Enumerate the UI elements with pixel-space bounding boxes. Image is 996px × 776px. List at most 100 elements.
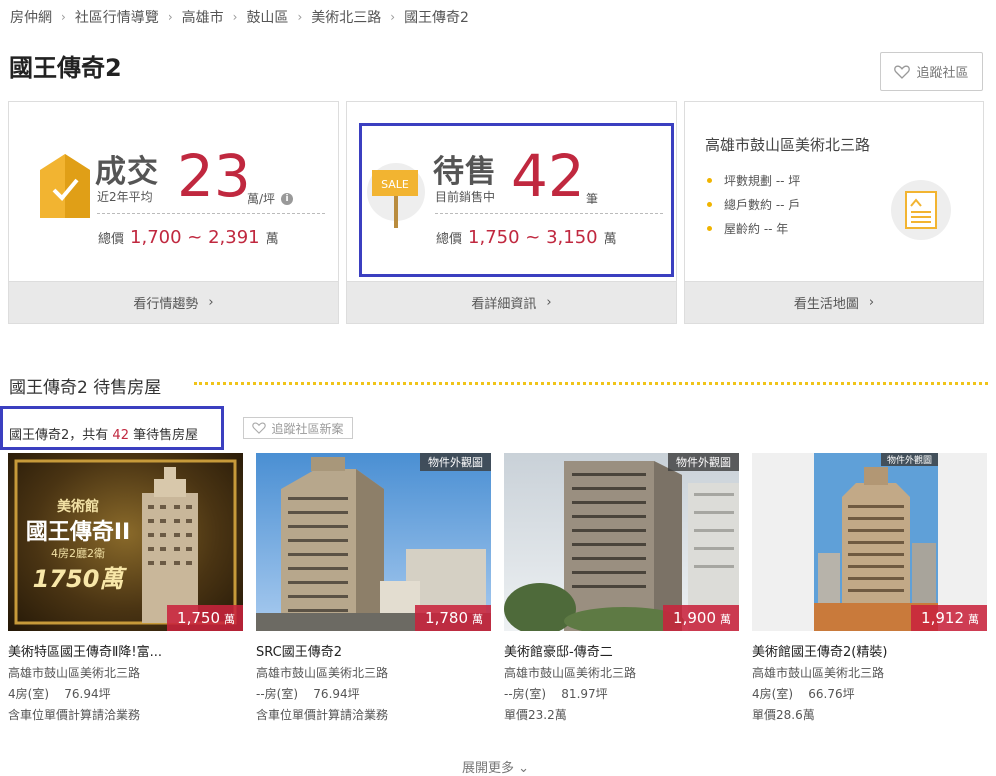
listing-title[interactable]: 美術館豪邸-傳奇二 xyxy=(504,641,739,660)
listing-photo[interactable]: 物件外觀圖 1,912 萬 xyxy=(752,453,987,631)
fact-floor-area: 坪數規劃 -- 坪 xyxy=(707,168,800,192)
breadcrumb-separator-icon: › xyxy=(297,10,303,24)
fact-households: 總戶數約 -- 戶 xyxy=(707,192,800,216)
life-map-link[interactable]: 看生活地圖 › xyxy=(685,281,983,323)
listing-price-value: 1,900 xyxy=(673,609,716,627)
show-more-label: 展開更多 xyxy=(462,761,515,776)
photo-caption-4: 1750萬 xyxy=(33,565,128,593)
sold-summary-card: 成交 近2年平均 23 萬/坪 i 總價 1,700 ~ 2,391 萬 看行情… xyxy=(8,101,339,324)
listing-area: 66.76坪 xyxy=(808,687,855,701)
listing-note: 單價23.2萬 xyxy=(504,708,567,722)
chevron-down-icon: ⌄ xyxy=(518,761,530,776)
breadcrumb-separator-icon: › xyxy=(390,10,396,24)
divider xyxy=(97,213,325,214)
follow-community-label: 追蹤社區 xyxy=(916,66,969,81)
breadcrumb-current: 國王傳奇2 xyxy=(404,10,469,26)
community-info-card: 高雄市鼓山區美術北三路 坪數規劃 -- 坪 總戶數約 -- 戶 屋齡約 -- 年… xyxy=(684,101,984,324)
heart-icon xyxy=(252,422,267,434)
follow-new-listings-button[interactable]: 追蹤社區新案 xyxy=(243,417,353,439)
breadcrumb-link-district[interactable]: 鼓山區 xyxy=(246,7,288,27)
community-address: 高雄市鼓山區美術北三路 xyxy=(705,136,871,154)
listing-specs: --房(室) 81.97坪 xyxy=(504,685,739,702)
listing-address: 高雄市鼓山區美術北三路 xyxy=(256,666,389,680)
highlight-box xyxy=(0,406,224,450)
photo-caption-2: 國王傳奇II xyxy=(26,519,130,545)
community-facts: 坪數規劃 -- 坪 總戶數約 -- 戶 屋齡約 -- 年 xyxy=(707,168,800,240)
listing-price: 1,900 萬 xyxy=(663,605,739,631)
listing-photo[interactable]: 物件外觀圖 1,900 萬 xyxy=(504,453,739,631)
listing-specs: 4房(室) 76.94坪 xyxy=(8,685,243,702)
sold-sublabel: 近2年平均 xyxy=(97,190,153,204)
chevron-right-icon: › xyxy=(546,295,552,310)
listing-card[interactable]: 物件外觀圖 1,780 萬 SRC國王傳奇2 高雄市鼓山區美術北三路 --房(室)… xyxy=(256,453,491,723)
listing-price-value: 1,780 xyxy=(425,609,468,627)
listing-photo-tag: 物件外觀圖 xyxy=(880,453,938,466)
sold-unit: 萬/坪 i xyxy=(247,190,294,207)
listing-address: 高雄市鼓山區美術北三路 xyxy=(8,666,141,680)
document-icon xyxy=(891,180,951,240)
listing-rooms: 4房(室) xyxy=(8,687,49,701)
house-check-icon xyxy=(40,154,90,218)
listing-photo[interactable]: 物件外觀圖 1,780 萬 xyxy=(256,453,491,631)
listing-area: 76.94坪 xyxy=(64,687,111,701)
heart-icon xyxy=(894,65,911,79)
section-divider xyxy=(194,382,988,385)
listing-price-unit: 萬 xyxy=(472,613,483,626)
listing-rooms: --房(室) xyxy=(256,687,299,701)
breadcrumb-separator-icon: › xyxy=(167,10,173,24)
listing-price: 1,750 萬 xyxy=(167,605,243,631)
listing-price-unit: 萬 xyxy=(720,613,731,626)
breadcrumb-link-city[interactable]: 高雄市 xyxy=(182,7,224,27)
chevron-right-icon: › xyxy=(208,295,214,310)
listing-area: 81.97坪 xyxy=(561,687,608,701)
photo-caption-1: 美術館 xyxy=(57,498,99,515)
breadcrumb-separator-icon: › xyxy=(232,10,238,24)
sold-range-prefix: 總價 xyxy=(98,232,125,247)
details-label: 看詳細資訊 xyxy=(471,297,537,312)
listing-title[interactable]: 美術特區國王傳奇Ⅱ降!富... xyxy=(8,641,243,660)
listing-note: 單價28.6萬 xyxy=(752,708,815,722)
listing-photo[interactable]: 美術館 國王傳奇II 4房2廳2衛 1750萬 1,750 萬 xyxy=(8,453,243,631)
price-trend-label: 看行情趨勢 xyxy=(133,297,199,312)
listing-card[interactable]: 物件外觀圖 1,912 萬 美術館國王傳奇2(精裝) 高雄市鼓山區美術北三路 4房… xyxy=(752,453,987,723)
listing-price-value: 1,750 xyxy=(177,609,220,627)
listing-area: 76.94坪 xyxy=(313,687,360,701)
listing-title[interactable]: SRC國王傳奇2 xyxy=(256,641,491,660)
breadcrumb-link-road[interactable]: 美術北三路 xyxy=(311,7,381,27)
breadcrumb-link-community-guide[interactable]: 社區行情導覽 xyxy=(75,7,159,27)
details-link[interactable]: 看詳細資訊 › xyxy=(347,281,676,323)
breadcrumb-link-home[interactable]: 房仲網 xyxy=(10,7,52,27)
listing-photo-tag: 物件外觀圖 xyxy=(668,453,739,471)
listing-specs: 4房(室) 66.76坪 xyxy=(752,685,987,702)
life-map-label: 看生活地圖 xyxy=(793,297,859,312)
sold-price-range: 總價 1,700 ~ 2,391 萬 xyxy=(98,227,279,248)
sold-range-unit: 萬 xyxy=(265,232,279,247)
listing-price: 1,912 萬 xyxy=(911,605,987,631)
listing-price-unit: 萬 xyxy=(224,613,235,626)
listing-title[interactable]: 美術館國王傳奇2(精裝) xyxy=(752,641,987,660)
listing-photo-tag: 物件外觀圖 xyxy=(420,453,491,471)
breadcrumb-separator-icon: › xyxy=(61,10,66,24)
info-icon[interactable]: i xyxy=(281,192,294,205)
page-title: 國王傳奇2 xyxy=(9,54,122,82)
listing-note: 含車位單價計算請洽業務 xyxy=(256,708,389,722)
listing-card[interactable]: 物件外觀圖 1,900 萬 美術館豪邸-傳奇二 高雄市鼓山區美術北三路 --房(室… xyxy=(504,453,739,723)
sold-unit-text: 萬/坪 xyxy=(247,192,276,206)
listing-specs: --房(室) 76.94坪 xyxy=(256,685,491,702)
listing-price-unit: 萬 xyxy=(968,613,979,626)
follow-new-label: 追蹤社區新案 xyxy=(271,421,344,436)
breadcrumb: 房仲網 › 社區行情導覽 › 高雄市 › 鼓山區 › 美術北三路 › 國王傳奇2 xyxy=(10,7,469,27)
listing-card[interactable]: 美術館 國王傳奇II 4房2廳2衛 1750萬 1,750 萬 美術特區國王傳奇Ⅱ… xyxy=(8,453,243,723)
listing-note: 含車位單價計算請洽業務 xyxy=(8,708,141,722)
listing-address: 高雄市鼓山區美術北三路 xyxy=(504,666,637,680)
sold-avg-price: 23 xyxy=(177,142,251,210)
sold-label: 成交 xyxy=(95,154,159,190)
section-title: 國王傳奇2 待售房屋 xyxy=(9,378,162,398)
listing-address: 高雄市鼓山區美術北三路 xyxy=(752,666,885,680)
price-trend-link[interactable]: 看行情趨勢 › xyxy=(9,281,338,323)
follow-community-button[interactable]: 追蹤社區 xyxy=(880,52,983,91)
photo-caption-3: 4房2廳2衛 xyxy=(51,546,105,560)
listing-rooms: 4房(室) xyxy=(752,687,793,701)
listing-price-value: 1,912 xyxy=(921,609,964,627)
listing-rooms: --房(室) xyxy=(504,687,547,701)
